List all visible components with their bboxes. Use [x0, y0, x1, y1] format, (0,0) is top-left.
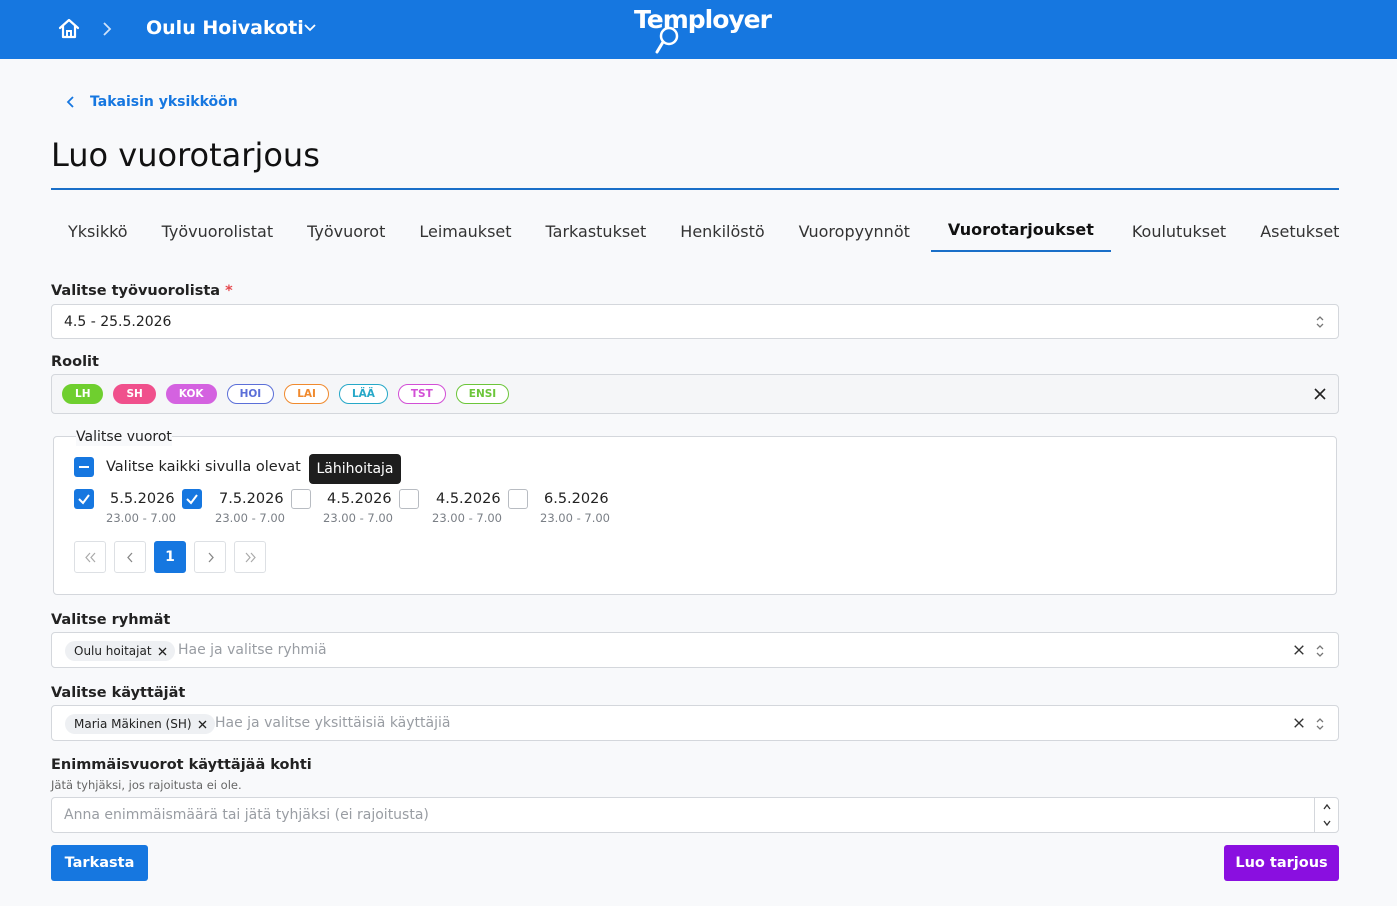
- temployer-logo: Temployer: [632, 2, 772, 56]
- max-shifts-number-input[interactable]: Anna enimmäismäärä tai jätä tyhjäksi (ei…: [51, 797, 1339, 833]
- last-page-button[interactable]: [234, 541, 266, 573]
- shiftlist-value: 4.5 - 25.5.2026: [64, 314, 172, 330]
- users-multiselect[interactable]: Maria Mäkinen (SH) Hae ja valitse yksitt…: [51, 705, 1339, 741]
- shift-time: 23.00 - 7.00: [540, 511, 610, 525]
- required-mark: *: [225, 283, 233, 299]
- clear-groups-icon[interactable]: [1293, 644, 1305, 656]
- groups-search-input[interactable]: Hae ja valitse ryhmiä: [178, 642, 327, 658]
- home-icon[interactable]: [56, 16, 82, 42]
- shift-time: 23.00 - 7.00: [106, 511, 176, 525]
- shift-checkbox[interactable]: [182, 489, 202, 509]
- tab-vuoropyynnot[interactable]: Vuoropyynnöt: [782, 212, 927, 252]
- title-divider: [51, 188, 1339, 190]
- double-chevron-left-icon: [85, 552, 96, 563]
- shift-time: 23.00 - 7.00: [432, 511, 502, 525]
- double-chevron-right-icon: [245, 552, 256, 563]
- roles-label: Roolit: [51, 354, 99, 370]
- groups-multiselect[interactable]: Oulu hoitajat Hae ja valitse ryhmiä: [51, 632, 1339, 668]
- role-tooltip: Lähihoitaja: [309, 454, 401, 484]
- clear-roles-icon[interactable]: [1313, 387, 1327, 401]
- max-shifts-label: Enimmäisvuorot käyttäjää kohti: [51, 757, 312, 773]
- groups-label: Valitse ryhmät: [51, 612, 171, 628]
- page-button-current[interactable]: 1: [154, 541, 186, 573]
- shifts-legend: Valitse vuorot: [76, 428, 172, 446]
- shift-time: 23.00 - 7.00: [215, 511, 285, 525]
- select-all-checkbox[interactable]: [74, 457, 94, 477]
- increment-icon[interactable]: [1322, 802, 1332, 812]
- next-page-button[interactable]: [194, 541, 226, 573]
- check-button[interactable]: Tarkasta: [51, 845, 148, 881]
- tab-henkilosto[interactable]: Henkilöstö: [663, 212, 781, 252]
- select-updown-icon[interactable]: [1314, 643, 1326, 659]
- group-tag: Oulu hoitajat: [65, 641, 175, 661]
- group-tag-label: Oulu hoitajat: [74, 644, 152, 658]
- user-tag: Maria Mäkinen (SH): [65, 714, 215, 734]
- users-search-input[interactable]: Hae ja valitse yksittäisiä käyttäjiä: [215, 715, 450, 731]
- number-stepper[interactable]: [1314, 798, 1338, 832]
- select-updown-icon: [1316, 316, 1324, 328]
- clear-users-icon[interactable]: [1293, 717, 1305, 729]
- tab-tyovuorot[interactable]: Työvuorot: [290, 212, 402, 252]
- tab-bar: Yksikkö Työvuorolistat Työvuorot Leimauk…: [51, 212, 1356, 252]
- decrement-icon[interactable]: [1322, 818, 1332, 828]
- breadcrumb-chevron-icon: [100, 19, 114, 39]
- shift-date: 4.5.2026: [327, 491, 392, 507]
- users-label: Valitse käyttäjät: [51, 685, 186, 701]
- page-title: Luo vuorotarjous: [51, 136, 320, 174]
- tab-tarkastukset[interactable]: Tarkastukset: [529, 212, 664, 252]
- chevron-left-icon: [127, 552, 133, 563]
- shift-date: 4.5.2026: [436, 491, 501, 507]
- role-chip-hoi[interactable]: HOI: [226, 384, 275, 404]
- tab-tyovuorolistat[interactable]: Työvuorolistat: [145, 212, 291, 252]
- max-shifts-hint: Jätä tyhjäksi, jos rajoitusta ei ole.: [51, 778, 242, 792]
- tab-yksikko[interactable]: Yksikkö: [51, 212, 145, 252]
- chevron-down-icon[interactable]: [302, 19, 318, 37]
- shiftlist-label: Valitse työvuorolista *: [51, 283, 233, 299]
- remove-tag-icon[interactable]: [158, 647, 167, 656]
- create-offer-button[interactable]: Luo tarjous: [1224, 845, 1339, 881]
- select-updown-icon[interactable]: [1314, 716, 1326, 732]
- shift-checkbox[interactable]: [74, 489, 94, 509]
- role-chip-tst[interactable]: TST: [397, 384, 446, 404]
- role-chip-laa[interactable]: LÄÄ: [338, 384, 388, 404]
- shift-time: 23.00 - 7.00: [323, 511, 393, 525]
- shift-date: 6.5.2026: [544, 491, 609, 507]
- role-chip-sh[interactable]: SH: [113, 384, 156, 404]
- shift-checkbox[interactable]: [508, 489, 528, 509]
- back-to-unit-link[interactable]: Takaisin yksikköön: [64, 90, 238, 114]
- role-chip-lh[interactable]: LH: [62, 384, 104, 404]
- shift-checkbox[interactable]: [291, 489, 311, 509]
- shiftlist-select[interactable]: 4.5 - 25.5.2026: [51, 304, 1339, 339]
- back-link-label: Takaisin yksikköön: [90, 94, 238, 110]
- tab-koulutukset[interactable]: Koulutukset: [1115, 212, 1243, 252]
- top-bar: Oulu Hoivakoti Temployer: [0, 0, 1397, 59]
- role-chip-ensi[interactable]: ENSI: [455, 384, 510, 404]
- unit-selector-label[interactable]: Oulu Hoivakoti: [146, 14, 304, 42]
- chevron-left-icon: [66, 96, 74, 108]
- role-chip-kok[interactable]: KOK: [165, 384, 217, 404]
- role-chip-list: LH SH KOK HOI LAI LÄÄ TST ENSI: [62, 384, 510, 404]
- roles-filter: LH SH KOK HOI LAI LÄÄ TST ENSI: [51, 374, 1339, 414]
- role-chip-lai[interactable]: LAI: [284, 384, 329, 404]
- max-shifts-placeholder: Anna enimmäismäärä tai jätä tyhjäksi (ei…: [64, 807, 429, 823]
- shift-date: 5.5.2026: [110, 491, 175, 507]
- first-page-button[interactable]: [74, 541, 106, 573]
- remove-tag-icon[interactable]: [198, 720, 207, 729]
- select-all-label: Valitse kaikki sivulla olevat: [106, 459, 301, 475]
- tab-leimaukset[interactable]: Leimaukset: [402, 212, 528, 252]
- user-tag-label: Maria Mäkinen (SH): [74, 717, 192, 731]
- chevron-right-icon: [208, 552, 214, 563]
- prev-page-button[interactable]: [114, 541, 146, 573]
- tab-vuorotarjoukset[interactable]: Vuorotarjoukset: [930, 212, 1111, 252]
- tab-asetukset[interactable]: Asetukset: [1243, 212, 1356, 252]
- shift-date: 7.5.2026: [219, 491, 284, 507]
- shift-checkbox[interactable]: [399, 489, 419, 509]
